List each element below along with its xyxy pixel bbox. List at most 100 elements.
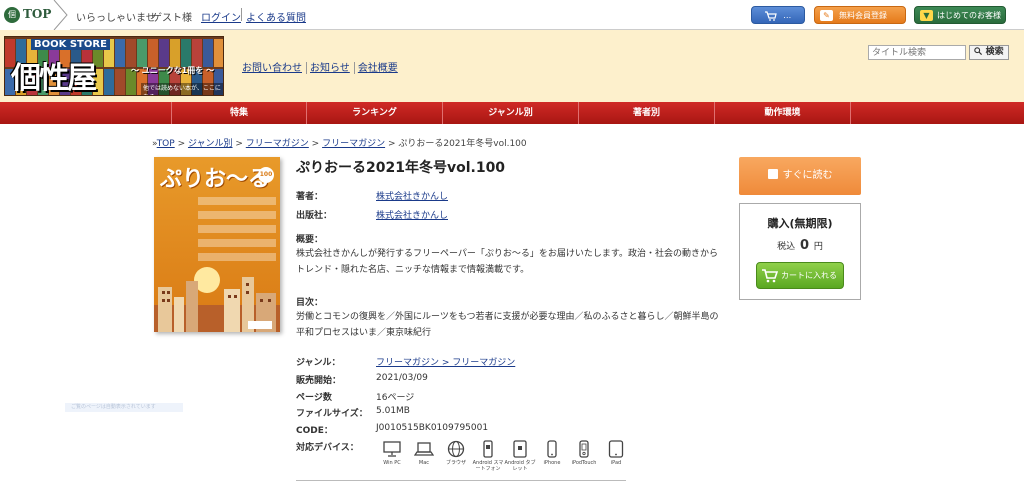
globe-icon xyxy=(447,440,465,458)
login-link[interactable]: ログイン xyxy=(201,9,241,24)
summary-text: 株式会社きかんしが発行するフリーペーパー「ぷりお〜る」をお届けいたします。政治・… xyxy=(296,249,719,275)
add-to-cart-button[interactable]: カートに入れる xyxy=(756,262,844,289)
summary-label: 概要： xyxy=(296,235,324,245)
device-label: iPodTouch xyxy=(571,460,597,466)
breadcrumb-genre[interactable]: ジャンル別 xyxy=(188,139,233,149)
author-link[interactable]: 株式会社きかんし xyxy=(376,192,448,202)
cover-headline-band xyxy=(198,197,276,205)
add-to-cart-label: カートに入れる xyxy=(781,271,837,280)
breadcrumb-current: ぷりおーる2021年冬号vol.100 xyxy=(398,139,527,149)
iphone-icon xyxy=(547,440,557,458)
filesize-label: ファイルサイズ： xyxy=(296,409,368,419)
publisher-link[interactable]: 株式会社きかんし xyxy=(376,211,448,221)
cover-city-illustration xyxy=(154,277,280,332)
register-button[interactable]: ✎ 無料会員登録 xyxy=(814,6,906,24)
contact-link[interactable]: お問い合わせ xyxy=(242,63,302,74)
device-label: Android タブレット xyxy=(504,460,536,472)
company-link[interactable]: 会社概要 xyxy=(358,63,398,74)
device-list: Win PC Mac ブラウザ Android スマートフォン Android … xyxy=(376,440,632,472)
device-label: iPad xyxy=(610,460,622,466)
device-android-phone: Android スマートフォン xyxy=(472,440,504,472)
pages-value: 16ページ xyxy=(376,393,415,403)
device-browser: ブラウザ xyxy=(440,440,472,472)
pages-label: ページ数 xyxy=(296,393,332,403)
book-icon xyxy=(767,169,778,179)
nav-ranking[interactable]: ランキング xyxy=(307,102,443,124)
genre-label: ジャンル： xyxy=(296,358,341,368)
nav-feature[interactable]: 特集 xyxy=(171,102,307,124)
search-input[interactable] xyxy=(868,45,966,60)
filesize-value: 5.01MB xyxy=(376,406,410,416)
ipod-icon xyxy=(579,440,589,458)
first-time-button[interactable]: ▼ はじめてのお客様へ xyxy=(914,6,1006,38)
purchase-title: 購入(無期限) xyxy=(767,217,833,230)
store-subtagline: 他では読めない本が、ここにある。 xyxy=(141,83,223,95)
logo-mark-icon: 個 xyxy=(4,7,20,23)
device-label: Android スマートフォン xyxy=(472,460,504,472)
divider xyxy=(306,62,307,74)
read-now-label: すぐに読む xyxy=(782,170,833,181)
cart-button[interactable]: … xyxy=(751,6,805,24)
side-hint-text: ご覧のページは自動表示されています xyxy=(65,403,183,412)
device-ipad: iPad xyxy=(600,440,632,472)
toc-text: 労働とコモンの復興を／外国にルーツをもつ若者に支援が必要な理由／私のふるさと暮ら… xyxy=(296,312,719,338)
cover-headline-band xyxy=(198,225,276,233)
device-label: Mac xyxy=(418,460,430,466)
author-label: 著者： xyxy=(296,192,324,202)
device-label: Win PC xyxy=(383,460,401,466)
divider xyxy=(353,62,355,74)
genre-link[interactable]: フリーマガジン > フリーマガジン xyxy=(376,358,515,368)
breadcrumb-top[interactable]: TOP xyxy=(157,139,175,149)
divider xyxy=(296,480,626,481)
banner-store-label: BOOK STORE xyxy=(31,39,110,50)
main-nav: 特集 ランキング ジャンル別 著者別 動作環境 xyxy=(0,102,1024,124)
cover-title: ぷりお〜る xyxy=(160,167,271,192)
header-links: お問い合わせ お知らせ 会社概要 xyxy=(242,59,401,74)
ipad-icon xyxy=(608,440,624,458)
pencil-icon: ✎ xyxy=(820,10,833,21)
faq-link[interactable]: よくある質問 xyxy=(246,9,306,24)
cart-icon xyxy=(762,269,778,283)
book-cover[interactable]: ぷりお〜る 100 xyxy=(154,157,280,332)
news-link[interactable]: お知らせ xyxy=(310,63,350,74)
store-name: 個性屋 xyxy=(11,61,97,96)
top-bar: 個 TOP いらっしゃいませ ゲスト様 ログイン よくある質問 … ✎ 無料会員… xyxy=(0,0,1024,38)
read-now-button[interactable]: すぐに読む xyxy=(739,157,861,195)
chevron-right-icon xyxy=(53,0,68,30)
breadcrumb: »TOP > ジャンル別 > フリーマガジン > フリーマガジン > ぷりおーる… xyxy=(152,139,527,149)
cover-issue-badge: 100 xyxy=(258,167,274,183)
devices-label: 対応デバイス： xyxy=(296,443,359,453)
store-tagline: 〜 ユニークな1冊を 〜 xyxy=(131,66,215,75)
search-button[interactable]: 検索 xyxy=(969,45,1009,60)
divider xyxy=(241,8,242,21)
cover-headline-band xyxy=(198,239,276,247)
breadcrumb-free-magazine-sub[interactable]: フリーマガジン xyxy=(322,139,385,149)
top-label: TOP xyxy=(23,7,52,21)
beginner-mark-icon: ▼ xyxy=(920,10,933,21)
store-logo-banner[interactable]: BOOK STORE 個性屋 〜 ユニークな1冊を 〜 他では読めない本が、ここ… xyxy=(4,36,224,96)
monitor-icon xyxy=(383,441,401,457)
device-iphone: iPhone xyxy=(536,440,568,472)
device-ipodtouch: iPodTouch xyxy=(568,440,600,472)
currency-label: 円 xyxy=(813,242,823,252)
search-icon xyxy=(974,47,983,56)
release-label: 販売開始： xyxy=(296,376,342,386)
breadcrumb-free-magazine[interactable]: フリーマガジン xyxy=(246,139,309,149)
cover-headline-band xyxy=(198,253,276,261)
cart-icon xyxy=(764,10,777,21)
nav-genre[interactable]: ジャンル別 xyxy=(443,102,579,124)
laptop-icon xyxy=(414,442,434,456)
nav-author[interactable]: 著者別 xyxy=(579,102,715,124)
search-button-label: 検索 xyxy=(985,47,1004,57)
nav-environment[interactable]: 動作環境 xyxy=(715,102,851,124)
code-value: J0010515BK0109795001 xyxy=(376,423,489,433)
book-title: ぷりおーる2021年冬号vol.100 xyxy=(296,160,506,176)
device-android-tablet: Android タブレット xyxy=(504,440,536,472)
purchase-box: 購入(無期限) 税込 0 円 カートに入れる xyxy=(739,203,861,300)
top-link[interactable]: 個 TOP xyxy=(0,0,70,30)
register-label: 無料会員登録 xyxy=(839,11,887,20)
tax-label: 税込 xyxy=(777,242,796,252)
code-label: CODE： xyxy=(296,426,333,436)
device-label: ブラウザ xyxy=(445,460,466,466)
cart-label: … xyxy=(783,11,792,20)
